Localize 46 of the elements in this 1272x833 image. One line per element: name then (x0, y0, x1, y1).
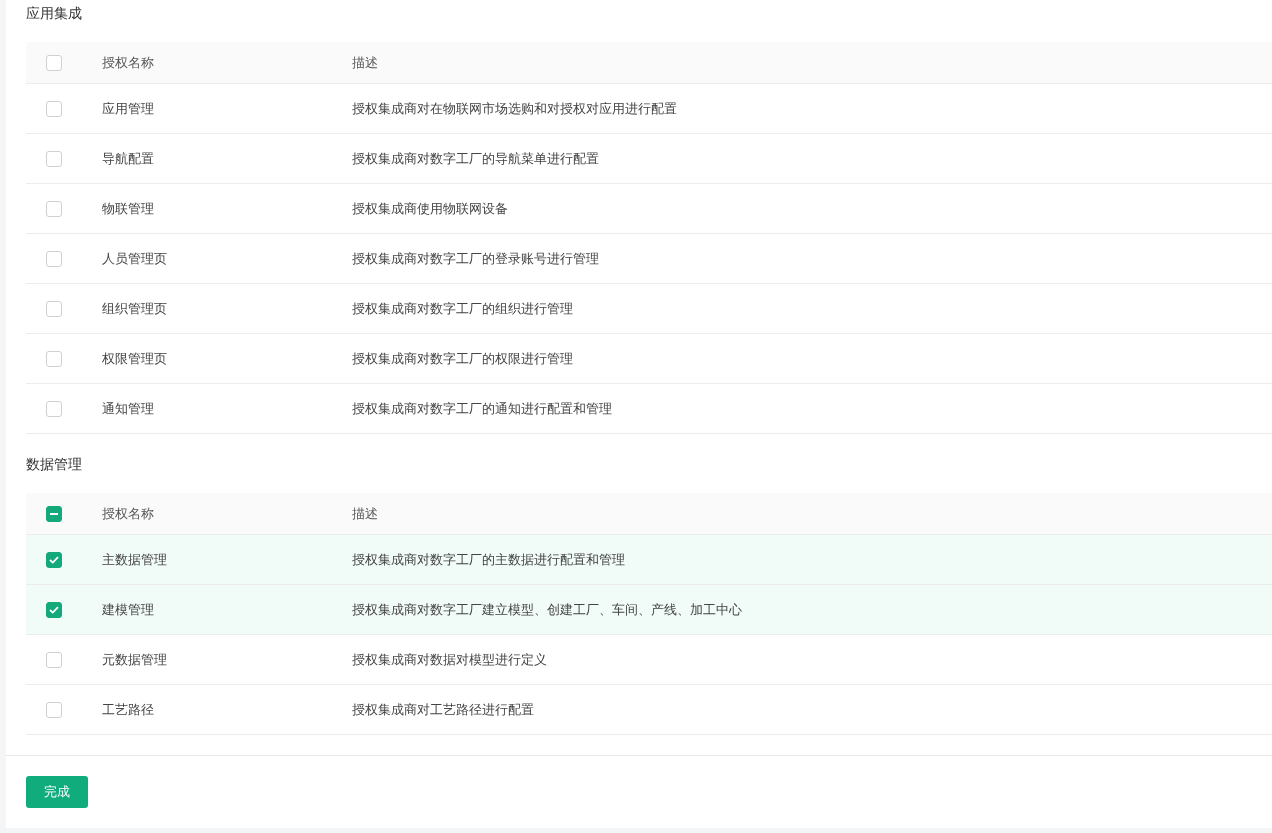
permission-description: 授权集成商对数字工厂的组织进行管理 (352, 299, 574, 318)
permission-name: 权限管理页 (102, 349, 168, 368)
permission-description: 授权集成商对数字工厂的主数据进行配置和管理 (352, 550, 626, 569)
minus-icon (50, 512, 58, 515)
permission-description: 授权集成商对数字工厂的导航菜单进行配置 (352, 149, 600, 168)
permission-description: 授权集成商对在物联网市场选购和对授权对应用进行配置 (352, 99, 678, 118)
checkbox[interactable] (46, 54, 62, 71)
permission-description: 授权集成商对数字工厂的登录账号进行管理 (352, 249, 600, 268)
table-row[interactable]: 主数据管理 授权集成商对数字工厂的主数据进行配置和管理 (26, 535, 1272, 585)
permission-name: 元数据管理 (102, 650, 168, 669)
checkbox[interactable] (46, 250, 62, 267)
checkbox[interactable] (46, 350, 62, 367)
table-row[interactable]: 建模管理 授权集成商对数字工厂建立模型、创建工厂、车间、产线、加工中心 (26, 585, 1272, 635)
checkbox[interactable] (46, 505, 62, 522)
checkbox[interactable] (46, 300, 62, 317)
permission-name: 建模管理 (102, 600, 155, 619)
permission-name: 导航配置 (102, 149, 155, 168)
check-icon (49, 555, 59, 564)
checkbox[interactable] (46, 400, 62, 417)
permission-name: 应用管理 (102, 99, 155, 118)
permission-description: 授权集成商对数字工厂建立模型、创建工厂、车间、产线、加工中心 (352, 600, 743, 619)
permission-description: 授权集成商对数字工厂的权限进行管理 (352, 349, 574, 368)
column-header: 描述 (352, 504, 379, 523)
permission-description: 授权集成商使用物联网设备 (352, 199, 509, 218)
permission-name: 人员管理页 (102, 249, 168, 268)
checkbox[interactable] (46, 651, 62, 668)
column-header: 授权名称 (102, 53, 155, 72)
checkbox[interactable] (46, 200, 62, 217)
section-title: 数据管理 (26, 455, 83, 474)
permission-description: 授权集成商对数据对模型进行定义 (352, 650, 548, 669)
checkbox[interactable] (46, 150, 62, 167)
permission-description: 授权集成商对工艺路径进行配置 (352, 700, 535, 719)
checkbox[interactable] (46, 551, 62, 568)
checkbox[interactable] (46, 100, 62, 117)
permission-name: 通知管理 (102, 399, 155, 418)
permission-name: 组织管理页 (102, 299, 168, 318)
permission-name: 物联管理 (102, 199, 155, 218)
column-header: 描述 (352, 53, 379, 72)
column-header: 授权名称 (102, 504, 155, 523)
permission-name: 主数据管理 (102, 550, 168, 569)
checkbox[interactable] (46, 601, 62, 618)
checkbox[interactable] (46, 701, 62, 718)
permission-name: 工艺路径 (102, 700, 155, 719)
permission-description: 授权集成商对数字工厂的通知进行配置和管理 (352, 399, 613, 418)
check-icon (49, 605, 59, 614)
section-title: 应用集成 (26, 4, 83, 23)
